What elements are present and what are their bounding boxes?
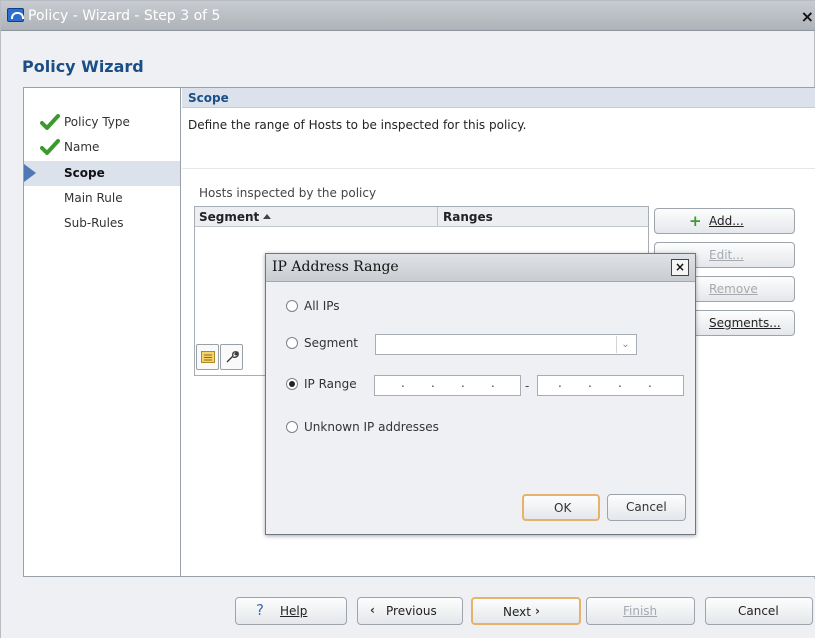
- wizard-heading: Policy Wizard: [22, 57, 144, 76]
- add-button-label: Add...: [709, 214, 744, 228]
- arrow-right-icon: [24, 164, 36, 182]
- step-label: Policy Type: [64, 115, 130, 129]
- ip-address-range-dialog: IP Address Range × All IPs Segment ⌄ IP …: [265, 253, 696, 535]
- cancel-button[interactable]: Cancel: [705, 597, 813, 625]
- radio-circle[interactable]: [286, 421, 298, 433]
- next-button[interactable]: Next ›: [471, 597, 581, 625]
- scope-description: Define the range of Hosts to be inspecte…: [188, 118, 527, 132]
- window-close-button[interactable]: ×: [801, 7, 814, 26]
- step-main-rule: Main Rule: [24, 186, 180, 211]
- dialog-cancel-button-label: Cancel: [626, 500, 667, 514]
- wrench-icon: [226, 351, 239, 363]
- title-bar: Policy - Wizard - Step 3 of 5 ×: [1, 1, 815, 31]
- check-icon: [40, 139, 60, 155]
- chevron-down-icon: ⌄: [616, 336, 634, 353]
- radio-label: IP Range: [304, 377, 357, 391]
- plus-icon: +: [689, 212, 702, 230]
- window-title: Policy - Wizard - Step 3 of 5: [28, 8, 221, 24]
- finish-button[interactable]: Finish: [586, 597, 695, 625]
- radio-circle[interactable]: [286, 337, 298, 349]
- sort-ascending-icon: [263, 214, 271, 219]
- edit-button-label: Edit...: [709, 248, 744, 262]
- dialog-cancel-button[interactable]: Cancel: [607, 494, 686, 521]
- previous-button[interactable]: ‹ Previous: [357, 597, 463, 625]
- chevron-left-icon: ‹: [370, 603, 375, 617]
- segment-select[interactable]: ⌄: [375, 334, 637, 355]
- divider: [182, 168, 815, 169]
- app-icon: [7, 8, 24, 22]
- previous-button-label: Previous: [386, 604, 437, 618]
- ip-octet-separator: .: [491, 376, 495, 390]
- range-separator: -: [525, 379, 530, 393]
- step-name: Name: [24, 135, 180, 160]
- column-divider: [437, 207, 438, 227]
- scope-header-title: Scope: [188, 91, 229, 105]
- radio-circle-selected[interactable]: [286, 378, 298, 390]
- ip-range-end-field[interactable]: . . . .: [537, 375, 684, 396]
- steps-panel: Policy Type Name Scope Main Rule Sub-Rul…: [24, 88, 181, 576]
- ip-octet-separator: .: [648, 376, 652, 390]
- next-button-label: Next: [503, 605, 531, 619]
- help-icon: ?: [256, 601, 264, 619]
- step-label: Sub-Rules: [64, 216, 124, 230]
- dialog-title: IP Address Range: [272, 259, 399, 275]
- step-scope: Scope: [24, 161, 180, 186]
- hosts-label: Hosts inspected by the policy: [199, 186, 377, 200]
- list-icon: [201, 351, 215, 363]
- radio-circle[interactable]: [286, 300, 298, 312]
- table-header: Segment Ranges: [195, 207, 648, 227]
- step-policy-type: Policy Type: [24, 110, 180, 135]
- check-icon: [40, 114, 60, 130]
- ip-octet-separator: .: [401, 376, 405, 390]
- ip-range-start-field[interactable]: . . . .: [374, 375, 521, 396]
- scope-header: Scope: [182, 88, 815, 108]
- ip-octet-separator: .: [558, 376, 562, 390]
- cancel-button-label: Cancel: [738, 604, 779, 618]
- segments-button-label: Segments...: [709, 316, 781, 330]
- details-button[interactable]: [196, 344, 219, 370]
- remove-button-label: Remove: [709, 282, 758, 296]
- step-label: Scope: [64, 166, 105, 180]
- radio-label: All IPs: [304, 299, 340, 313]
- dialog-title-bar: IP Address Range ×: [266, 254, 695, 282]
- dialog-close-button[interactable]: ×: [671, 259, 689, 276]
- ip-octet-separator: .: [461, 376, 465, 390]
- add-button[interactable]: + Add...: [654, 208, 795, 234]
- policy-wizard-window: Policy - Wizard - Step 3 of 5 × Policy W…: [0, 0, 815, 638]
- column-header-segment[interactable]: Segment: [199, 210, 259, 224]
- step-sub-rules: Sub-Rules: [24, 211, 180, 236]
- step-label: Name: [64, 140, 100, 154]
- ok-button-label: OK: [554, 501, 572, 515]
- ip-octet-separator: .: [588, 376, 592, 390]
- ip-octet-separator: .: [618, 376, 622, 390]
- finish-button-label: Finish: [623, 604, 658, 618]
- help-button-label: Help: [280, 604, 308, 618]
- ip-octet-separator: .: [431, 376, 435, 390]
- step-label: Main Rule: [64, 191, 123, 205]
- help-button[interactable]: ? Help: [235, 597, 347, 625]
- chevron-right-icon: ›: [535, 604, 540, 618]
- column-header-ranges[interactable]: Ranges: [443, 210, 493, 224]
- configure-button[interactable]: [220, 344, 243, 370]
- radio-label: Segment: [304, 336, 358, 350]
- radio-label: Unknown IP addresses: [304, 420, 439, 434]
- ok-button[interactable]: OK: [522, 494, 600, 521]
